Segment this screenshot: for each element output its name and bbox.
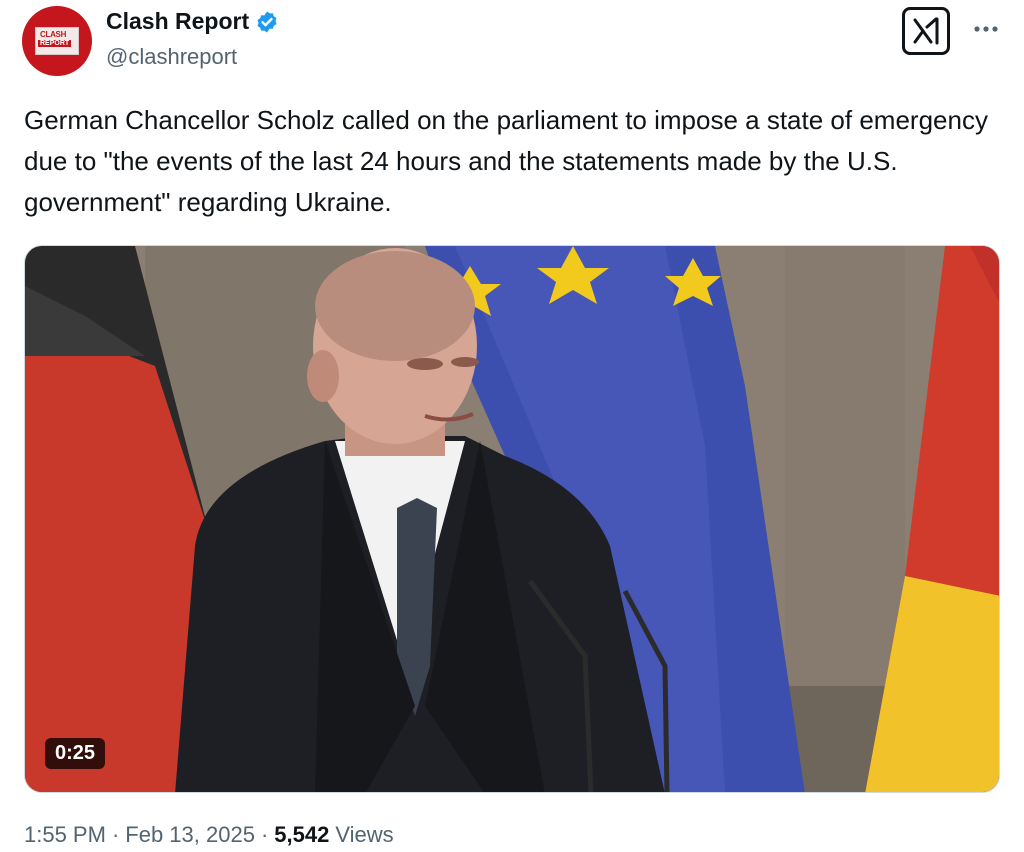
tweet-text: German Chancellor Scholz called on the p… xyxy=(24,105,988,217)
logo-text-bottom: REPORT xyxy=(38,40,72,47)
author-name-row: Clash Report xyxy=(106,8,279,35)
separator: · xyxy=(260,822,269,847)
grok-button[interactable] xyxy=(902,7,950,55)
clash-report-logo: CLASH REPORT xyxy=(35,27,79,55)
tweet-time[interactable]: 1:55 PM xyxy=(24,822,106,848)
video-player[interactable]: 0:25 xyxy=(24,245,1000,793)
video-duration: 0:25 xyxy=(45,738,106,769)
verified-badge-icon xyxy=(255,10,279,34)
separator: · xyxy=(111,822,120,847)
views-label: Views xyxy=(335,822,394,847)
logo-text-top: CLASH xyxy=(40,30,67,39)
tweet-date[interactable]: Feb 13, 2025 xyxy=(125,822,255,848)
avatar[interactable]: CLASH REPORT xyxy=(22,6,92,76)
display-name[interactable]: Clash Report xyxy=(106,8,249,35)
more-icon xyxy=(974,26,998,32)
views-count: 5,542 xyxy=(274,822,330,847)
grok-icon xyxy=(913,17,939,45)
video-frame xyxy=(25,246,999,792)
tweet-meta: 1:55 PM · Feb 13, 2025 · 5,542 Views xyxy=(24,822,394,848)
more-button[interactable] xyxy=(968,14,1004,44)
handle[interactable]: @clashreport xyxy=(106,44,237,70)
